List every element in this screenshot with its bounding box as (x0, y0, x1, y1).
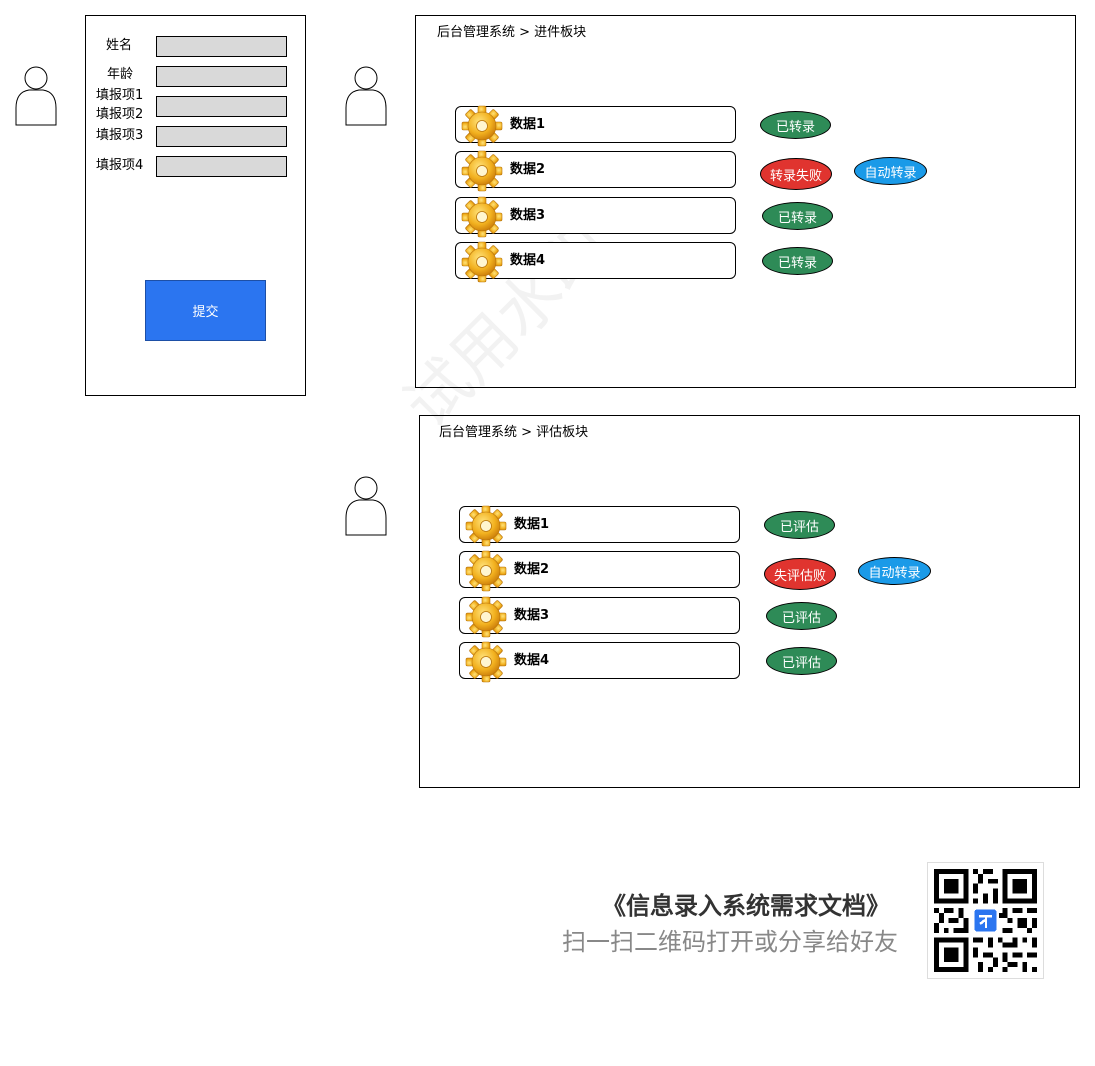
field3-label: 填报项3 (96, 128, 144, 143)
eval-panel: 后台管理系统 > 评估板块 数据1 已评估 数据2 失评估败 自动转录 数据3 … (419, 415, 1080, 788)
data-row[interactable]: 数据1 (459, 506, 740, 543)
auto-transcribe-button[interactable]: 自动转录 (858, 557, 931, 585)
data-label: 数据1 (514, 517, 550, 532)
qr-code-icon (927, 862, 1044, 979)
data-row[interactable]: 数据4 (455, 242, 736, 279)
field2-label: 填报项2 (96, 107, 144, 122)
status-badge: 已评估 (766, 602, 837, 630)
age-label: 年龄 (107, 67, 134, 82)
gear-icon (460, 240, 504, 284)
data-label: 数据2 (510, 162, 546, 177)
name-label: 姓名 (106, 38, 133, 53)
data-row[interactable]: 数据3 (455, 197, 736, 234)
doc-title: 《信息录入系统需求文档》 (602, 892, 890, 920)
data-label: 数据4 (514, 653, 550, 668)
data-row[interactable]: 数据2 (459, 551, 740, 588)
data-row[interactable]: 数据1 (455, 106, 736, 143)
person-icon (345, 64, 387, 126)
data-row[interactable]: 数据4 (459, 642, 740, 679)
data-row[interactable]: 数据2 (455, 151, 736, 188)
status-badge: 已评估 (764, 511, 835, 539)
share-hint: 扫一扫二维码打开或分享给好友 (562, 928, 898, 956)
field1-label: 填报项1 (96, 88, 144, 103)
transfer-panel: 后台管理系统 > 进件板块 数据1 已转录 数据2 转录失败 自动转录 数据3 … (415, 15, 1076, 388)
status-badge: 已转录 (760, 111, 831, 139)
status-badge: 已转录 (762, 247, 833, 275)
data-label: 数据3 (514, 608, 550, 623)
field4-label: 填报项4 (96, 158, 144, 173)
gear-icon (464, 504, 508, 548)
gear-icon (464, 595, 508, 639)
data-label: 数据2 (514, 562, 550, 577)
age-input[interactable] (156, 66, 287, 87)
gear-icon (460, 149, 504, 193)
status-badge: 转录失败 (760, 158, 832, 190)
field1-input[interactable] (156, 96, 287, 117)
gear-icon (460, 195, 504, 239)
field4-input[interactable] (156, 156, 287, 177)
status-badge: 已转录 (762, 202, 833, 230)
status-badge: 已评估 (766, 647, 837, 675)
data-label: 数据1 (510, 117, 546, 132)
submit-button[interactable]: 提交 (145, 280, 266, 341)
gear-icon (460, 104, 504, 148)
entry-form: 姓名 年龄 填报项1 填报项2 填报项3 填报项4 提交 (85, 15, 306, 396)
gear-icon (464, 549, 508, 593)
data-label: 数据4 (510, 253, 546, 268)
gear-icon (464, 640, 508, 684)
panel-title: 后台管理系统 > 进件板块 (437, 25, 587, 40)
field3-input[interactable] (156, 126, 287, 147)
name-input[interactable] (156, 36, 287, 57)
person-icon (15, 64, 57, 126)
data-row[interactable]: 数据3 (459, 597, 740, 634)
auto-transcribe-button[interactable]: 自动转录 (854, 157, 927, 185)
panel-title: 后台管理系统 > 评估板块 (439, 425, 589, 440)
person-icon (345, 474, 387, 536)
data-label: 数据3 (510, 208, 546, 223)
status-badge: 失评估败 (764, 558, 836, 590)
